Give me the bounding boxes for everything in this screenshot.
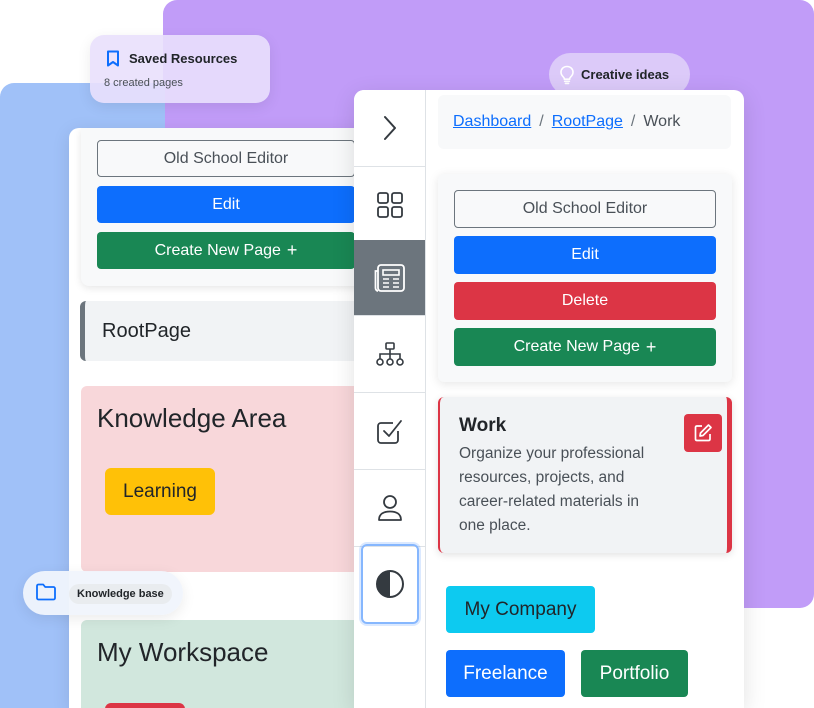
my-workspace-card: My Workspace	[81, 620, 369, 708]
chevron-right-icon	[383, 116, 396, 140]
root-page-link[interactable]: RootPage	[80, 301, 369, 361]
create-new-page-button[interactable]: Create New Page +	[97, 232, 355, 269]
edit-button[interactable]: Edit	[97, 186, 355, 223]
breadcrumb-current: Work	[643, 113, 681, 130]
create-new-page-label: Create New Page	[513, 338, 640, 355]
sidebar-item-pages[interactable]	[354, 240, 425, 316]
sidebar-item-sitemap[interactable]	[354, 316, 425, 393]
theme-toggle-button[interactable]	[360, 544, 419, 624]
tag-portfolio[interactable]: Portfolio	[581, 650, 688, 697]
learning-tag[interactable]: Learning	[105, 468, 215, 515]
work-page-card: Work Organize your professional resource…	[438, 397, 732, 553]
contrast-icon	[375, 570, 404, 598]
breadcrumb-link-dashboard[interactable]: Dashboard	[453, 113, 531, 131]
root-page-label: RootPage	[102, 319, 191, 342]
breadcrumb: Dashboard / RootPage / Work	[438, 95, 731, 149]
sidebar-rail	[354, 90, 426, 708]
creative-ideas-label: Creative ideas	[581, 67, 670, 82]
checkbox-icon	[376, 420, 402, 444]
grid-icon	[376, 192, 403, 218]
edit-page-button[interactable]	[684, 414, 722, 452]
work-title: Work	[459, 415, 507, 436]
old-school-editor-button[interactable]: Old School Editor	[454, 190, 716, 228]
background-page-panel: Old School Editor Edit Create New Page + …	[69, 128, 369, 708]
sidebar-item-tasks[interactable]	[354, 393, 425, 470]
tag-my-company[interactable]: My Company	[446, 586, 595, 633]
tag-freelance[interactable]: Freelance	[446, 650, 565, 697]
background-actions-card: Old School Editor Edit Create New Page +	[81, 128, 369, 286]
sidebar-item-profile[interactable]	[354, 470, 425, 547]
old-school-editor-button[interactable]: Old School Editor	[97, 140, 355, 177]
newspaper-icon	[374, 263, 405, 292]
sidebar-toggle-button[interactable]	[354, 90, 425, 167]
sitemap-icon	[375, 342, 404, 366]
my-workspace-title: My Workspace	[97, 637, 269, 667]
knowledge-base-label: Knowledge base	[69, 584, 172, 604]
lightbulb-icon	[560, 65, 574, 84]
work-description: Organize your professional resources, pr…	[459, 445, 645, 534]
create-new-page-button[interactable]: Create New Page +	[454, 328, 716, 366]
plus-icon: +	[645, 336, 657, 357]
bookmark-icon	[107, 50, 119, 67]
saved-resources-count: 8 created pages	[104, 77, 183, 89]
person-icon	[377, 495, 402, 521]
breadcrumb-separator: /	[539, 113, 544, 130]
sidebar-item-dashboard[interactable]	[354, 167, 425, 244]
page-actions-card: Old School Editor Edit Delete Create New…	[438, 174, 732, 382]
edit-button[interactable]: Edit	[454, 236, 716, 274]
saved-resources-title: Saved Resources	[129, 51, 238, 66]
folder-icon	[36, 583, 56, 601]
main-window: Dashboard / RootPage / Work Old School E…	[354, 90, 744, 708]
delete-button[interactable]: Delete	[454, 282, 716, 320]
breadcrumb-link-rootpage[interactable]: RootPage	[552, 113, 623, 131]
pencil-square-icon	[694, 424, 712, 442]
theme-toggle-item	[354, 542, 425, 626]
plus-icon: +	[286, 240, 298, 260]
create-new-page-label: Create New Page	[154, 241, 281, 259]
knowledge-area-title: Knowledge Area	[97, 403, 287, 433]
knowledge-area-card: Knowledge Area Learning	[81, 386, 369, 572]
knowledge-base-badge: Knowledge base	[23, 571, 183, 615]
workspace-tag[interactable]	[105, 703, 185, 708]
breadcrumb-separator: /	[630, 113, 636, 130]
saved-resources-badge: Saved Resources 8 created pages	[90, 35, 270, 103]
